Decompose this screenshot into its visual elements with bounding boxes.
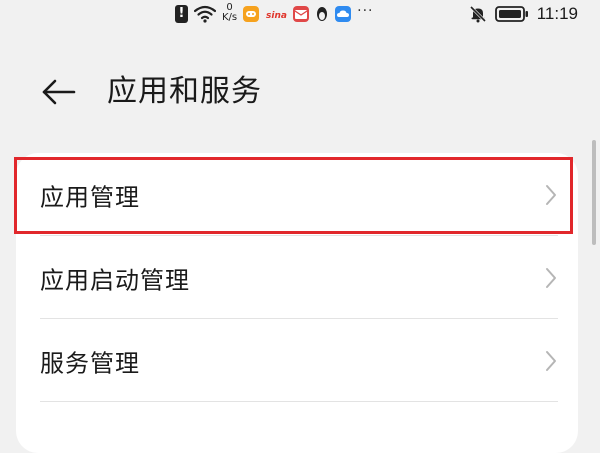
status-bar: ! 0 K/s sina ··· 11:19	[0, 0, 600, 28]
back-button[interactable]	[36, 72, 80, 112]
game-app-icon	[243, 6, 260, 22]
menu-item-service-management[interactable]: 服务管理	[16, 319, 578, 402]
mute-bell-icon	[469, 5, 486, 23]
qq-penguin-icon	[317, 7, 328, 21]
alert-icon: !	[175, 5, 188, 23]
menu-item-label: 应用启动管理	[40, 266, 190, 294]
menu-item-app-launch-management[interactable]: 应用启动管理	[16, 236, 578, 319]
page-header: 应用和服务	[0, 62, 600, 122]
status-bar-left: ! 0 K/s sina ···	[175, 2, 380, 26]
arrow-left-icon	[42, 79, 76, 105]
menu-item-label: 服务管理	[40, 349, 140, 377]
mail-app-icon	[293, 6, 310, 22]
network-speed: 0 K/s	[222, 3, 237, 23]
chevron-right-icon	[546, 184, 556, 205]
wifi-icon	[194, 5, 216, 23]
sina-label: sina	[266, 11, 287, 21]
divider	[40, 401, 558, 402]
settings-card: 应用管理 应用启动管理 服务管理	[14, 153, 578, 453]
battery-icon	[494, 6, 528, 22]
page-title: 应用和服务	[107, 74, 262, 109]
scrollbar[interactable]	[592, 140, 596, 245]
menu-item-app-management[interactable]: 应用管理	[14, 153, 578, 236]
menu-item-label: 应用管理	[40, 183, 140, 211]
more-notifications-indicator: ···	[357, 3, 374, 19]
network-speed-unit: K/s	[222, 12, 238, 23]
cloud-app-icon	[335, 6, 352, 22]
sina-weibo-icon: sina	[266, 11, 287, 21]
status-bar-right: 11:19	[461, 2, 578, 26]
status-time: 11:19	[536, 4, 578, 23]
chevron-right-icon	[546, 350, 556, 371]
chevron-right-icon	[546, 267, 556, 288]
